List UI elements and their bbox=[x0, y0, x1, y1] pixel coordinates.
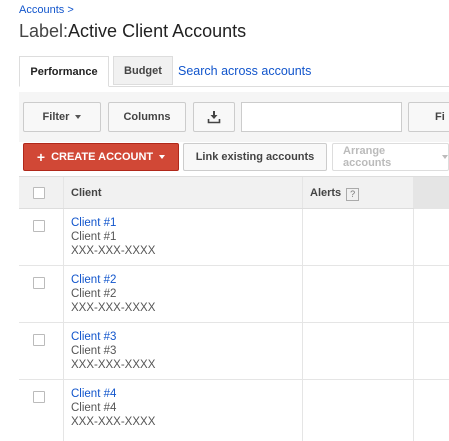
create-account-button[interactable]: + CREATE ACCOUNT bbox=[23, 143, 179, 171]
client-id: XXX-XXX-XXXX bbox=[71, 416, 156, 428]
chevron-down-icon bbox=[442, 155, 448, 159]
column-divider bbox=[302, 177, 303, 208]
client-id: XXX-XXX-XXXX bbox=[71, 302, 156, 314]
client-name-link[interactable]: Client #4 bbox=[71, 388, 116, 400]
create-account-label: CREATE ACCOUNT bbox=[51, 151, 154, 163]
filter-button[interactable]: Filter bbox=[23, 102, 101, 132]
row-checkbox[interactable] bbox=[33, 277, 45, 289]
column-divider bbox=[63, 266, 64, 322]
chevron-down-icon bbox=[159, 155, 166, 159]
client-id: XXX-XXX-XXXX bbox=[71, 359, 156, 371]
chevron-down-icon bbox=[75, 115, 82, 119]
page-title-text: Active Client Accounts bbox=[68, 21, 247, 41]
row-checkbox[interactable] bbox=[33, 334, 45, 346]
client-column-header[interactable]: Client bbox=[71, 187, 102, 199]
column-divider bbox=[63, 323, 64, 379]
search-input[interactable] bbox=[241, 102, 402, 132]
download-icon bbox=[207, 111, 221, 124]
column-divider bbox=[302, 380, 303, 441]
help-icon[interactable]: ? bbox=[346, 188, 360, 201]
breadcrumb: Accounts > bbox=[19, 4, 74, 16]
header-extra-column bbox=[414, 177, 449, 209]
tab-performance[interactable]: Performance bbox=[19, 56, 109, 87]
column-divider bbox=[63, 177, 64, 208]
alerts-column-header[interactable]: Alerts? bbox=[310, 187, 360, 201]
client-name-link[interactable]: Client #3 bbox=[71, 331, 116, 343]
table-row: Client #4 Client #4 XXX-XXX-XXXX bbox=[19, 380, 449, 441]
download-button[interactable] bbox=[193, 102, 235, 132]
column-divider bbox=[302, 209, 303, 265]
client-subtitle: Client #1 bbox=[71, 231, 117, 243]
breadcrumb-accounts-link[interactable]: Accounts bbox=[19, 4, 64, 16]
client-subtitle: Client #2 bbox=[71, 288, 117, 300]
breadcrumb-separator: > bbox=[67, 4, 74, 16]
tab-bar: Performance Budget Search across account… bbox=[19, 56, 449, 87]
column-divider bbox=[413, 209, 414, 265]
search-across-accounts-link[interactable]: Search across accounts bbox=[178, 56, 311, 85]
toolbar: Filter Columns Fi bbox=[19, 92, 449, 142]
table-row: Client #2 Client #2 XXX-XXX-XXXX bbox=[19, 266, 449, 323]
column-divider bbox=[63, 209, 64, 265]
arrange-accounts-label: Arrange accounts bbox=[343, 145, 392, 169]
client-id: XXX-XXX-XXXX bbox=[71, 245, 156, 257]
column-divider bbox=[413, 177, 414, 208]
column-divider bbox=[413, 380, 414, 441]
column-divider bbox=[63, 380, 64, 441]
column-divider bbox=[302, 323, 303, 379]
alerts-header-label: Alerts bbox=[310, 187, 342, 199]
find-button-label: Fi bbox=[435, 111, 445, 123]
plus-icon: + bbox=[36, 149, 46, 165]
select-all-checkbox[interactable] bbox=[33, 187, 45, 199]
arrange-accounts-button[interactable]: Arrange accounts bbox=[332, 143, 449, 171]
tab-budget[interactable]: Budget bbox=[113, 56, 173, 85]
table-header: Client Alerts? bbox=[19, 176, 449, 209]
link-existing-accounts-button[interactable]: Link existing accounts bbox=[183, 143, 327, 171]
find-button[interactable]: Fi bbox=[408, 102, 449, 132]
column-divider bbox=[413, 323, 414, 379]
page-title-prefix: Label: bbox=[19, 21, 69, 41]
column-divider bbox=[302, 266, 303, 322]
client-subtitle: Client #3 bbox=[71, 345, 117, 357]
columns-button-label: Columns bbox=[123, 111, 171, 123]
table-row: Client #1 Client #1 XXX-XXX-XXXX bbox=[19, 209, 449, 266]
row-checkbox[interactable] bbox=[33, 391, 45, 403]
filter-button-label: Filter bbox=[42, 111, 70, 123]
row-checkbox[interactable] bbox=[33, 220, 45, 232]
client-subtitle: Client #4 bbox=[71, 402, 117, 414]
columns-button[interactable]: Columns bbox=[108, 102, 186, 132]
table-row: Client #3 Client #3 XXX-XXX-XXXX bbox=[19, 323, 449, 380]
link-existing-accounts-label: Link existing accounts bbox=[195, 151, 315, 163]
column-divider bbox=[413, 266, 414, 322]
client-name-link[interactable]: Client #2 bbox=[71, 274, 116, 286]
client-name-link[interactable]: Client #1 bbox=[71, 217, 116, 229]
page-title: Label:Active Client Accounts bbox=[19, 21, 246, 42]
